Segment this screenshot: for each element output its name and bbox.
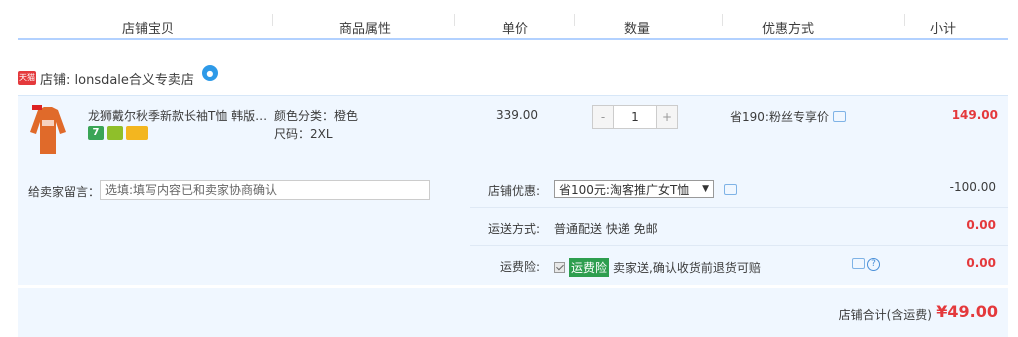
table-header: 店铺宝贝 商品属性 单价 数量 优惠方式 小计 xyxy=(18,0,1008,40)
col-shop-item: 店铺宝贝 xyxy=(122,22,175,37)
insurance-checkbox[interactable] xyxy=(554,262,565,273)
shop-total-amount: ¥49.00 xyxy=(936,302,998,321)
dropdown-arrow-icon: ▼ xyxy=(702,184,709,194)
help-icon[interactable]: ? xyxy=(867,258,880,271)
tmall-icon: 天猫 xyxy=(18,71,36,85)
seven-day-return-icon[interactable]: 7 xyxy=(88,126,104,140)
shipping-label: 运送方式: xyxy=(487,222,540,236)
promo-text: 省190:粉丝专享价 xyxy=(730,110,829,124)
attr-color: 颜色分类：橙色 xyxy=(274,109,359,123)
cart-item-row: 龙狮戴尔秋季新款长袖T恤 韩版修身 7 颜色分类：橙色 尺码：2XL 339.0… xyxy=(18,95,1008,170)
insurance-amount: 0.00 xyxy=(966,256,996,270)
col-unit-price: 单价 xyxy=(502,22,529,37)
shop-discount-selected: 省100元:淘客推广女T恤 xyxy=(559,182,690,197)
service-icons: 7 xyxy=(88,126,148,140)
wangwang-chat-icon[interactable]: ● xyxy=(201,65,218,81)
shop-total-bar: 店铺合计(含运费) ¥49.00 xyxy=(18,288,1008,337)
col-subtotal: 小计 xyxy=(930,22,957,37)
col-quantity: 数量 xyxy=(624,22,651,37)
message-label: 给卖家留言： xyxy=(28,185,101,199)
order-options-panel: 店铺优惠: 省100元:淘客推广女T恤 ▼ -100.00 运送方式: 普通配送… xyxy=(470,170,1008,285)
column-divider xyxy=(454,14,455,26)
col-attributes: 商品属性 xyxy=(339,22,392,37)
item-subtotal: 149.00 xyxy=(951,108,998,122)
column-divider xyxy=(574,14,575,26)
credit-card-icon[interactable] xyxy=(126,126,148,140)
promo-info: 省190:粉丝专享价 xyxy=(730,108,846,125)
comment-icon[interactable] xyxy=(724,183,737,195)
column-divider xyxy=(722,14,723,26)
shop-name-link[interactable]: 店铺: lonsdale合义专卖店 xyxy=(40,69,194,88)
comment-icon[interactable] xyxy=(852,258,865,269)
unit-price: 339.00 xyxy=(496,108,538,122)
shipping-row: 运送方式: 普通配送 快递 免邮 0.00 xyxy=(470,208,1008,246)
shop-total-label: 店铺合计(含运费) xyxy=(838,308,932,322)
shop-discount-select[interactable]: 省100元:淘客推广女T恤 ▼ xyxy=(554,180,714,198)
insurance-value: 运费险 卖家送,确认收货前退货可赔 xyxy=(554,258,761,277)
service-guarantee-icon[interactable] xyxy=(107,126,123,140)
comment-icon[interactable] xyxy=(832,111,846,122)
product-title-link[interactable]: 龙狮戴尔秋季新款长袖T恤 韩版修身 xyxy=(88,107,268,124)
shop-discount-amount: -100.00 xyxy=(949,180,996,194)
qty-input[interactable]: 1 xyxy=(614,105,656,129)
shipping-value: 普通配送 快递 免邮 xyxy=(554,222,658,236)
insurance-row: 运费险: 运费险 卖家送,确认收货前退货可赔 ? 0.00 xyxy=(470,246,1008,284)
shop-discount-value: 省100元:淘客推广女T恤 ▼ xyxy=(554,180,737,198)
column-divider xyxy=(272,14,273,26)
insurance-tag: 运费险 xyxy=(569,258,610,277)
shop-discount-row: 店铺优惠: 省100元:淘客推广女T恤 ▼ -100.00 xyxy=(470,170,1008,208)
shipping-amount: 0.00 xyxy=(966,218,996,232)
seller-message-input[interactable]: 选填:填写内容已和卖家协商确认 xyxy=(100,180,430,200)
quantity-stepper: - 1 + xyxy=(592,105,678,129)
attr-size: 尺码：2XL xyxy=(274,127,333,141)
shop-discount-label: 店铺优惠: xyxy=(487,184,540,198)
col-discount: 优惠方式 xyxy=(762,22,815,37)
shop-row: 天猫 店铺: lonsdale合义专卖店 ● xyxy=(18,65,218,88)
order-details: 给卖家留言： 选填:填写内容已和卖家协商确认 店铺优惠: 省100元:淘客推广女… xyxy=(18,170,1008,285)
product-thumbnail[interactable] xyxy=(26,102,70,158)
qty-increase-button[interactable]: + xyxy=(656,105,678,129)
qty-decrease-button[interactable]: - xyxy=(592,105,614,129)
column-divider xyxy=(904,14,905,26)
insurance-text: 卖家送,确认收货前退货可赔 xyxy=(613,261,761,275)
insurance-icons: ? xyxy=(852,258,880,271)
insurance-label: 运费险: xyxy=(499,260,540,274)
